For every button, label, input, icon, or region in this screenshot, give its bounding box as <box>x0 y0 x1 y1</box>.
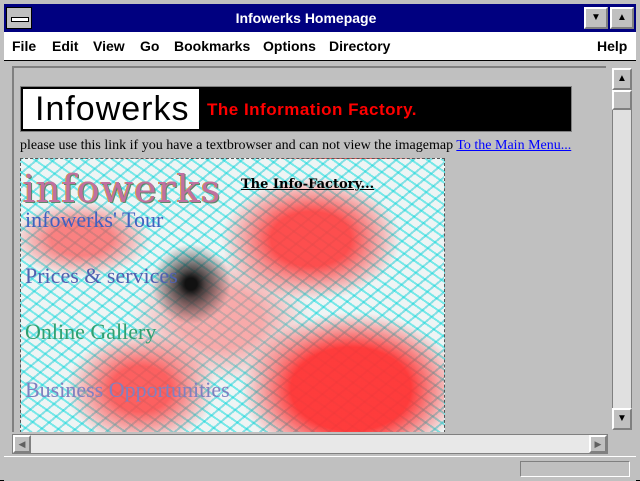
horizontal-scrollbar[interactable]: ◀ ▶ <box>12 434 608 454</box>
status-text <box>12 460 512 478</box>
window-title: Infowerks Homepage <box>235 10 377 26</box>
navigation-imagemap[interactable]: infowerks The Info-Factory... infowerks'… <box>20 158 445 432</box>
arrow-up-icon: ▲ <box>617 73 627 84</box>
browser-window: Infowerks Homepage ▼ ▲ File Edit View Go… <box>0 0 640 481</box>
imagemap-logo: infowerks <box>23 167 222 211</box>
maximize-button[interactable]: ▲ <box>610 7 634 29</box>
header-banner: Infowerks The Information Factory. <box>20 86 572 132</box>
menu-directory[interactable]: Directory <box>329 32 390 60</box>
system-menu-button[interactable] <box>6 7 32 29</box>
triangle-up-icon: ▲ <box>617 12 627 23</box>
arrow-down-icon: ▼ <box>617 413 627 424</box>
scroll-up-button[interactable]: ▲ <box>612 68 632 90</box>
minimize-button[interactable]: ▼ <box>584 7 608 29</box>
text-browser-notice: please use this link if you have a textb… <box>20 138 571 154</box>
menu-file[interactable]: File <box>12 32 36 60</box>
arrow-left-icon: ◀ <box>18 439 26 449</box>
imagemap-subtitle[interactable]: The Info-Factory... <box>241 177 374 192</box>
menu-view[interactable]: View <box>93 32 125 60</box>
notice-text: please use this link if you have a textb… <box>20 138 457 153</box>
arrow-right-icon: ▶ <box>594 439 602 449</box>
site-slogan: The Information Factory. <box>207 100 418 119</box>
menu-bar: File Edit View Go Bookmarks Options Dire… <box>4 32 636 61</box>
tour-link[interactable]: infowerks' Tour <box>25 207 163 233</box>
online-gallery-link[interactable]: Online Gallery <box>25 319 156 345</box>
system-menu-icon <box>11 17 29 22</box>
menu-go[interactable]: Go <box>140 32 159 60</box>
main-menu-link[interactable]: To the Main Menu... <box>456 138 571 153</box>
menu-help[interactable]: Help <box>597 32 627 60</box>
menu-options[interactable]: Options <box>263 32 316 60</box>
site-title: Infowerks <box>35 90 190 128</box>
business-opportunities-link[interactable]: Business Opportunities <box>25 377 230 403</box>
banner-title-box: Infowerks <box>23 89 199 129</box>
scroll-left-button[interactable]: ◀ <box>13 435 31 453</box>
vertical-scrollbar[interactable]: ▲ ▼ <box>608 66 636 432</box>
status-bar <box>4 456 636 481</box>
menu-bookmarks[interactable]: Bookmarks <box>174 32 250 60</box>
scroll-down-button[interactable]: ▼ <box>612 408 632 430</box>
vertical-scroll-thumb[interactable] <box>612 90 632 110</box>
triangle-down-icon: ▼ <box>591 12 601 23</box>
prices-services-link[interactable]: Prices & services <box>25 263 178 289</box>
page-content: Infowerks The Information Factory. pleas… <box>12 66 606 432</box>
vertical-scroll-track[interactable] <box>612 68 632 430</box>
progress-indicator <box>520 461 630 477</box>
scroll-right-button[interactable]: ▶ <box>589 435 607 453</box>
title-bar[interactable]: Infowerks Homepage ▼ ▲ <box>4 4 636 32</box>
menu-edit[interactable]: Edit <box>52 32 78 60</box>
